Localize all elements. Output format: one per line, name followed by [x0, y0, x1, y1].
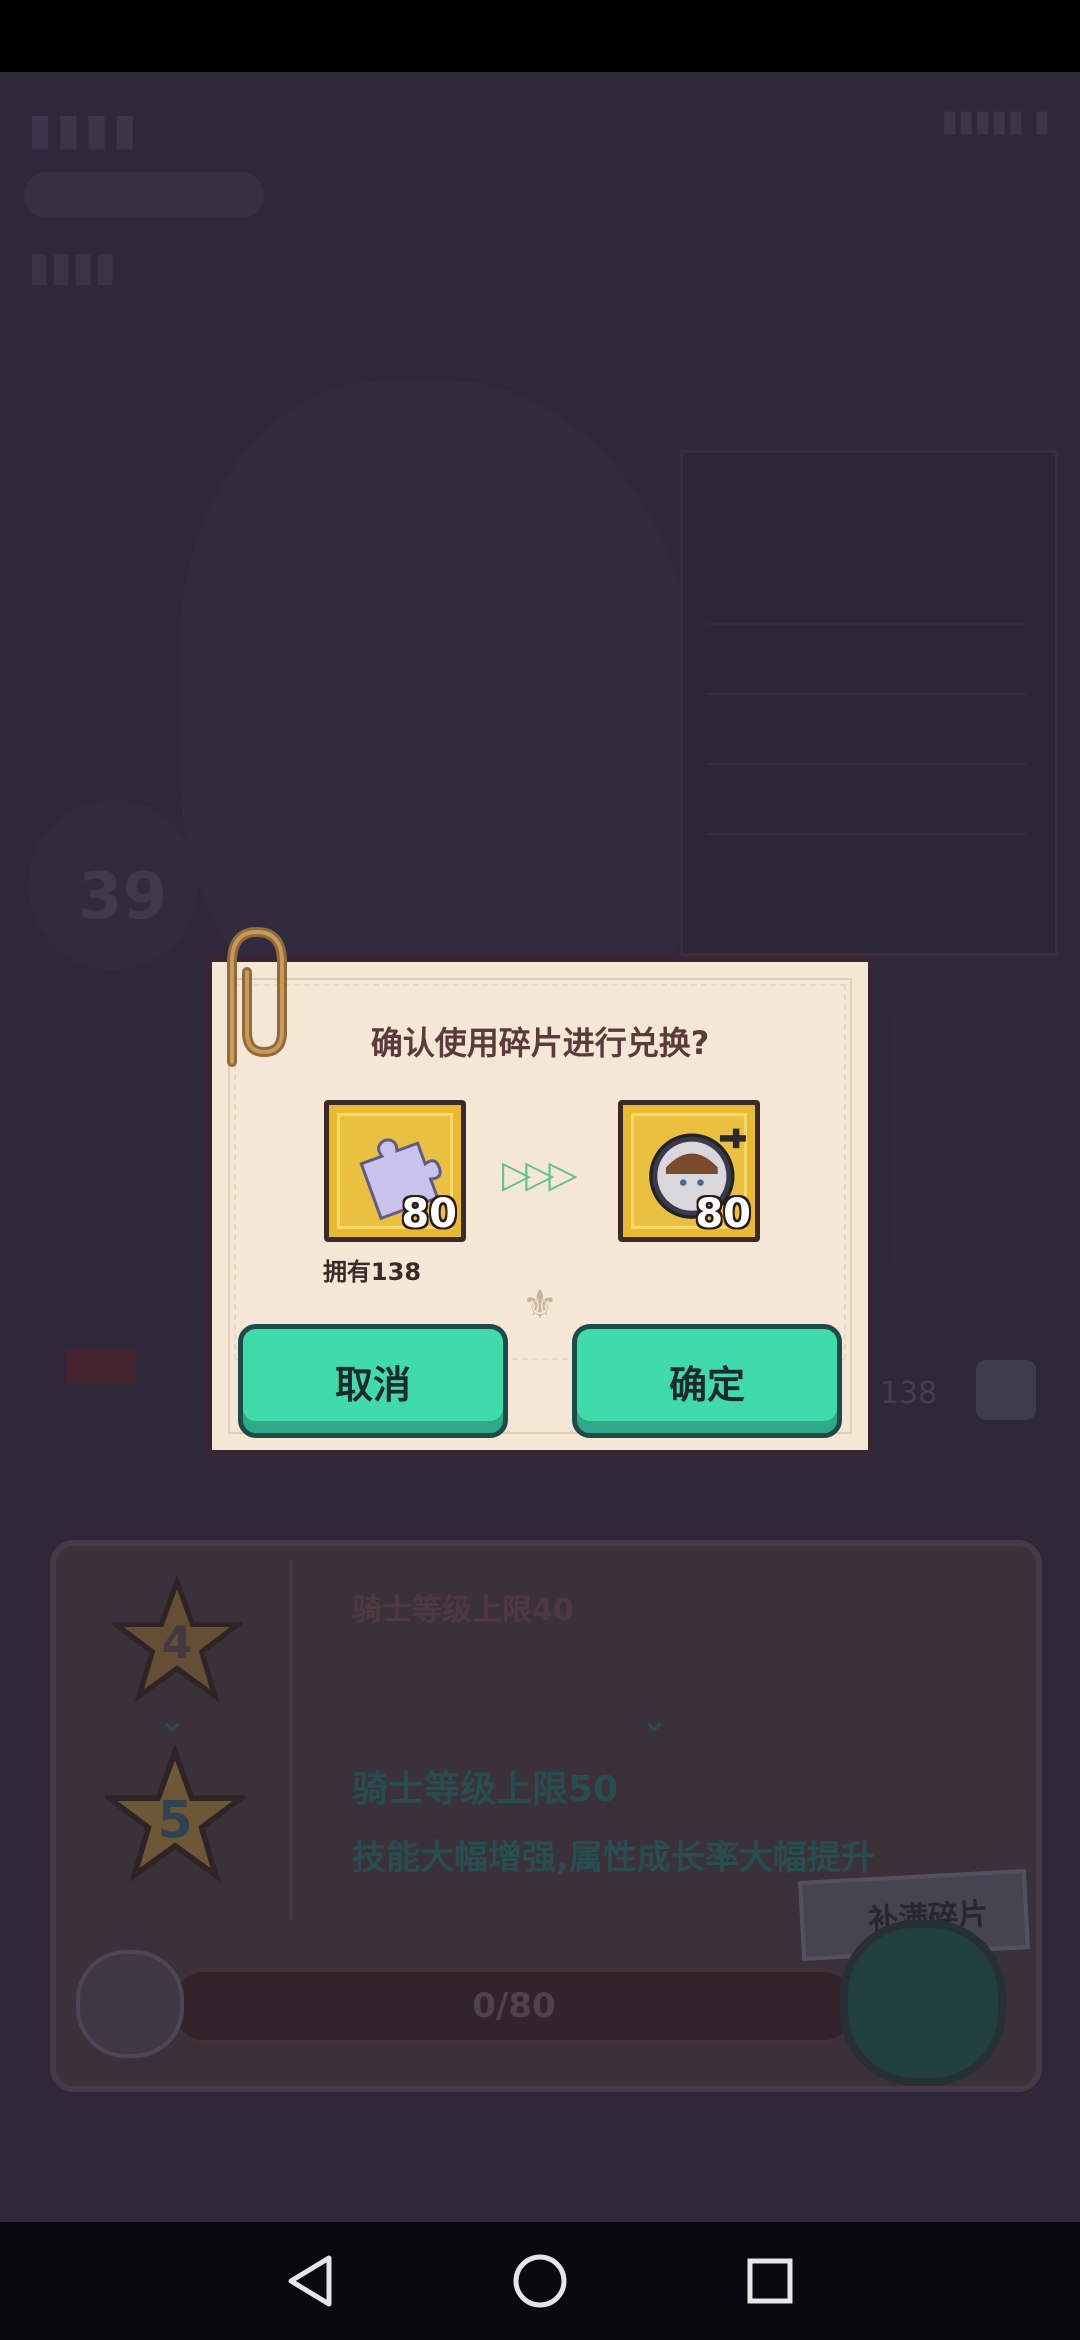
back-triangle-icon [288, 2255, 332, 2307]
back-button[interactable] [280, 2251, 340, 2311]
status-bar [0, 0, 1080, 72]
recents-square-icon [747, 2258, 793, 2304]
home-circle-icon [513, 2254, 567, 2308]
exchange-confirm-dialog: 确认使用碎片进行兑换? 80 拥有138 ▷▷▷ 80 ⚜ 取消 确定 [206, 926, 874, 1456]
owned-label: 拥有138 [322, 1258, 422, 1286]
hero-shard-count: 80 [695, 1191, 751, 1237]
system-nav-bar [0, 2222, 1080, 2340]
dialog-title: 确认使用碎片进行兑换? [370, 1024, 710, 1062]
fragment-count: 80 [401, 1191, 457, 1237]
confirm-button[interactable]: 确定 [572, 1324, 842, 1438]
fragment-item: 80 [324, 1100, 466, 1242]
hero-shard-item: 80 [618, 1100, 760, 1242]
fleur-de-lis-icon: ⚜ [522, 1282, 558, 1328]
cancel-button[interactable]: 取消 [238, 1324, 508, 1438]
convert-arrows-icon: ▷▷▷ [502, 1152, 578, 1196]
recents-button[interactable] [740, 2251, 800, 2311]
home-button[interactable] [510, 2251, 570, 2311]
